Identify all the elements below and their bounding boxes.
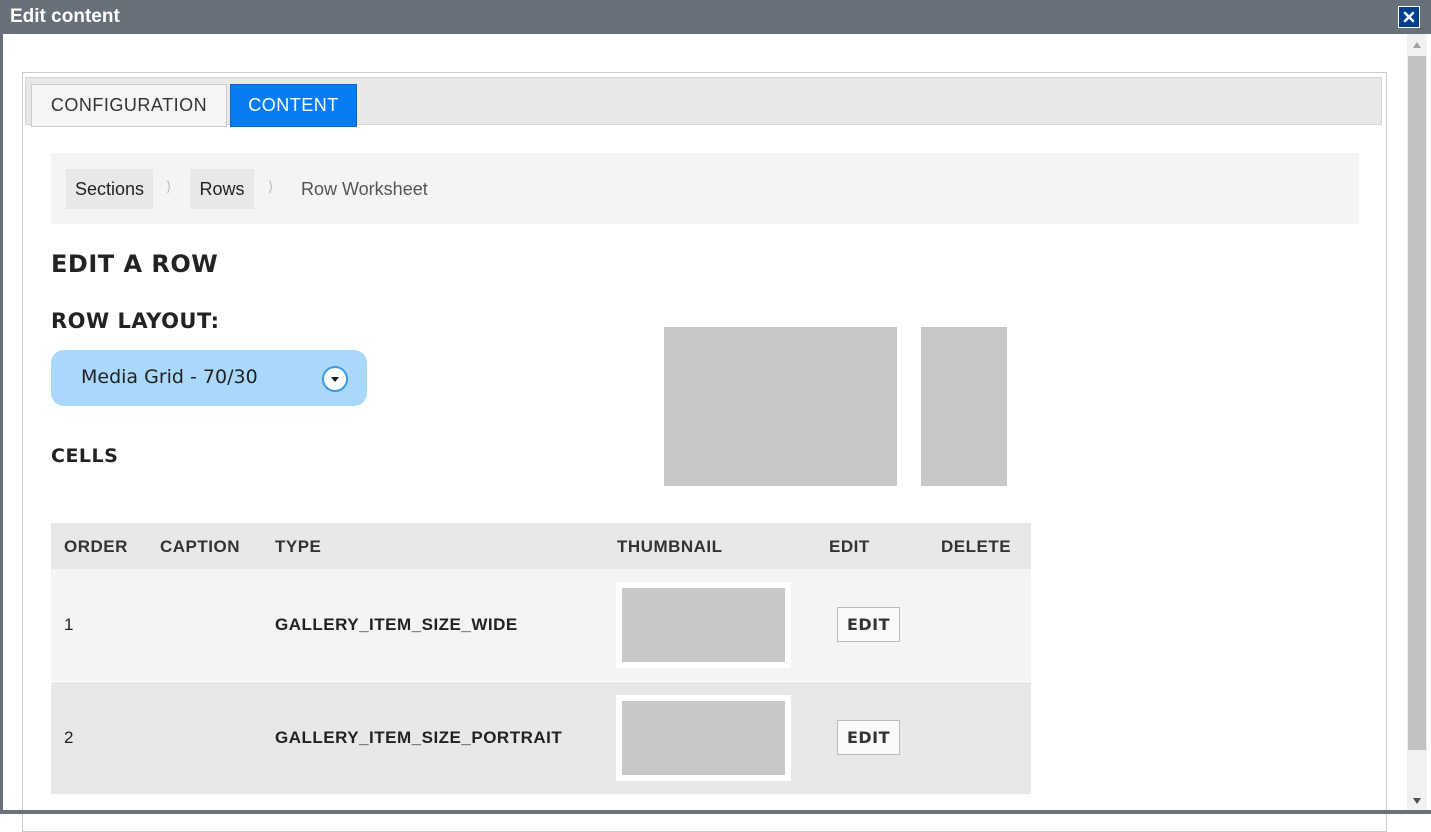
column-header-edit: EDIT — [829, 537, 870, 556]
cell-order: 2 — [64, 728, 74, 747]
arrow-up-icon — [1413, 42, 1421, 48]
window-titlebar: Edit content — [0, 0, 1431, 34]
page-title: EDIT A ROW — [51, 250, 219, 278]
close-icon — [1403, 11, 1415, 23]
breadcrumb: Sections ⟩ Rows ⟩ Row Worksheet — [51, 153, 1359, 224]
tabs-bar: CONFIGURATION CONTENT — [25, 77, 1382, 127]
layout-preview-wide-cell — [664, 327, 897, 486]
breadcrumb-current: Row Worksheet — [301, 179, 428, 199]
column-header-type: TYPE — [275, 537, 322, 556]
vertical-scrollbar[interactable] — [1407, 34, 1427, 810]
table-header: ORDER CAPTION TYPE THUMBNAIL EDIT DELETE — [51, 523, 1031, 569]
edit-cell-button[interactable]: EDIT — [837, 720, 900, 755]
cell-thumbnail — [616, 582, 791, 668]
breadcrumb-rows[interactable]: Rows — [190, 169, 254, 209]
row-layout-value: Media Grid - 70/30 — [81, 366, 258, 388]
chevron-down-icon — [322, 366, 348, 392]
table-row: 2 GALLERY_ITEM_SIZE_PORTRAIT EDIT — [51, 682, 1031, 794]
cell-order: 1 — [64, 615, 74, 634]
close-button[interactable] — [1398, 6, 1420, 28]
breadcrumb-sections[interactable]: Sections — [66, 169, 153, 209]
column-header-thumbnail: THUMBNAIL — [617, 537, 723, 556]
edit-cell-button[interactable]: EDIT — [837, 607, 900, 642]
window-frame-bottom — [0, 810, 1431, 814]
column-header-caption: CAPTION — [160, 537, 240, 556]
window-frame-right — [1427, 34, 1431, 810]
breadcrumb-separator: ⟩ — [166, 179, 172, 195]
breadcrumb-separator: ⟩ — [268, 179, 274, 195]
tab-configuration[interactable]: CONFIGURATION — [31, 84, 227, 127]
arrow-down-icon — [1413, 798, 1421, 804]
scroll-up-button[interactable] — [1407, 36, 1427, 54]
cells-label: CELLS — [51, 445, 119, 467]
content-panel: CONFIGURATION CONTENT Sections ⟩ Rows ⟩ … — [22, 72, 1387, 832]
cell-type: GALLERY_ITEM_SIZE_WIDE — [275, 615, 518, 634]
scrollbar-thumb[interactable] — [1408, 56, 1426, 750]
table-row: 1 GALLERY_ITEM_SIZE_WIDE EDIT — [51, 569, 1031, 681]
window-title: Edit content — [10, 6, 120, 27]
scroll-down-button[interactable] — [1407, 792, 1427, 810]
row-layout-select[interactable]: Media Grid - 70/30 — [51, 350, 367, 406]
layout-preview-portrait-cell — [921, 327, 1007, 486]
row-layout-label: ROW LAYOUT: — [51, 309, 220, 333]
cell-thumbnail — [616, 695, 791, 781]
column-header-order: ORDER — [64, 537, 128, 556]
cell-type: GALLERY_ITEM_SIZE_PORTRAIT — [275, 728, 563, 747]
column-header-delete: DELETE — [941, 537, 1012, 556]
window-frame-left — [0, 34, 3, 814]
tab-content[interactable]: CONTENT — [230, 84, 357, 127]
